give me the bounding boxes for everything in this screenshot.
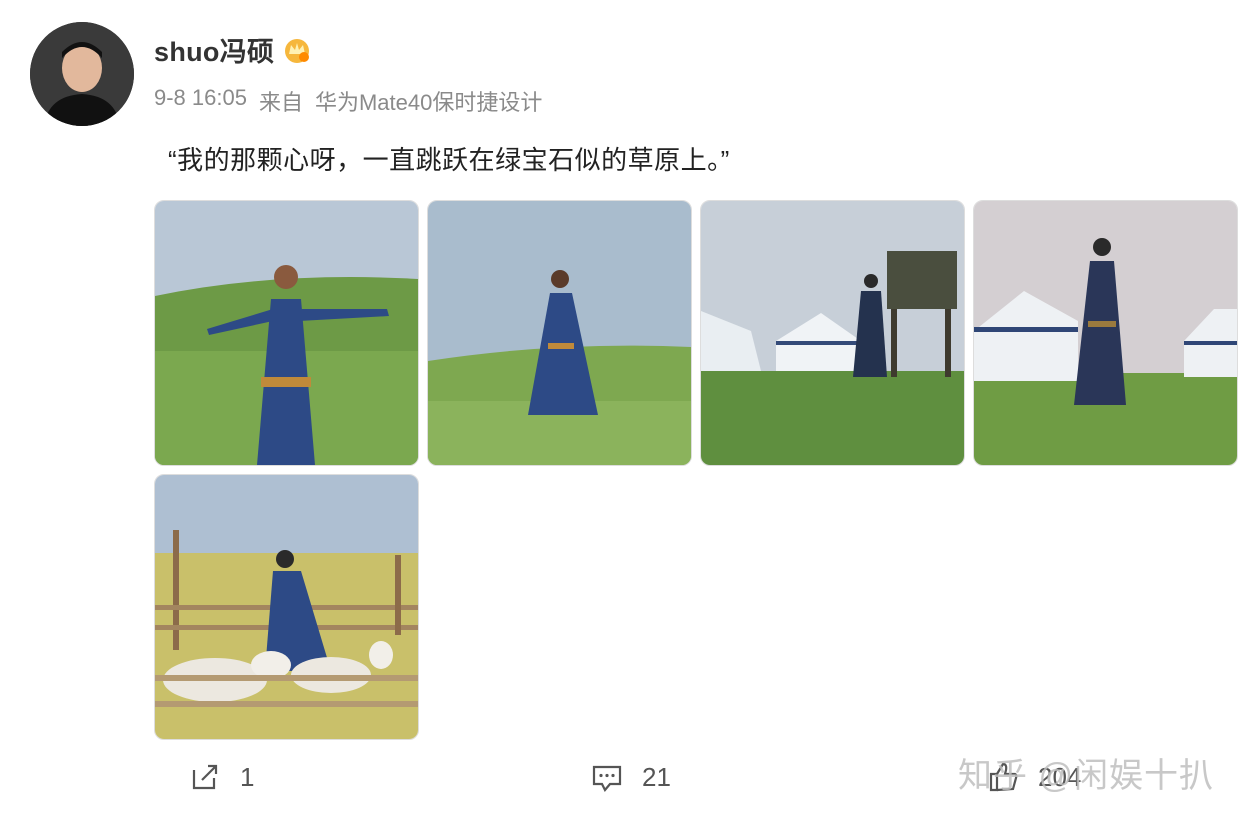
repost-count: 1 — [240, 761, 255, 792]
zhihu-watermark: 知乎 @闲娱十扒 — [958, 757, 1214, 795]
post-photo-2[interactable] — [427, 200, 692, 466]
comment-count: 21 — [642, 761, 671, 792]
avatar[interactable] — [30, 22, 134, 126]
post-meta: 9-8 16:05 来自 华为Mate40保时捷设计 — [154, 85, 554, 117]
post-text: “我的那颗心呀，一直跳跃在绿宝石似的草原上。” — [168, 145, 730, 175]
post-photo-5[interactable] — [154, 474, 419, 740]
vip-crown-icon[interactable] — [282, 35, 312, 65]
comment-icon — [592, 765, 622, 792]
source-device[interactable]: 华为Mate40保时捷设计 — [315, 85, 542, 117]
repost-icon — [192, 764, 218, 790]
post-photo-1[interactable] — [154, 200, 419, 466]
weibo-post: shuo冯硕 9-8 16:05 来自 华为Mate40保时捷设计 “我的那颗心… — [0, 0, 1260, 820]
post-photo-4[interactable] — [973, 200, 1238, 466]
post-photo-3[interactable] — [700, 200, 965, 466]
comment-button[interactable]: 21 — [590, 760, 671, 794]
repost-button[interactable]: 1 — [188, 760, 254, 794]
post-time: 9-8 16:05 — [154, 85, 247, 110]
username-row: shuo冯硕 — [154, 30, 312, 69]
username[interactable]: shuo冯硕 — [154, 30, 274, 69]
source-prefix: 来自 — [258, 90, 303, 115]
